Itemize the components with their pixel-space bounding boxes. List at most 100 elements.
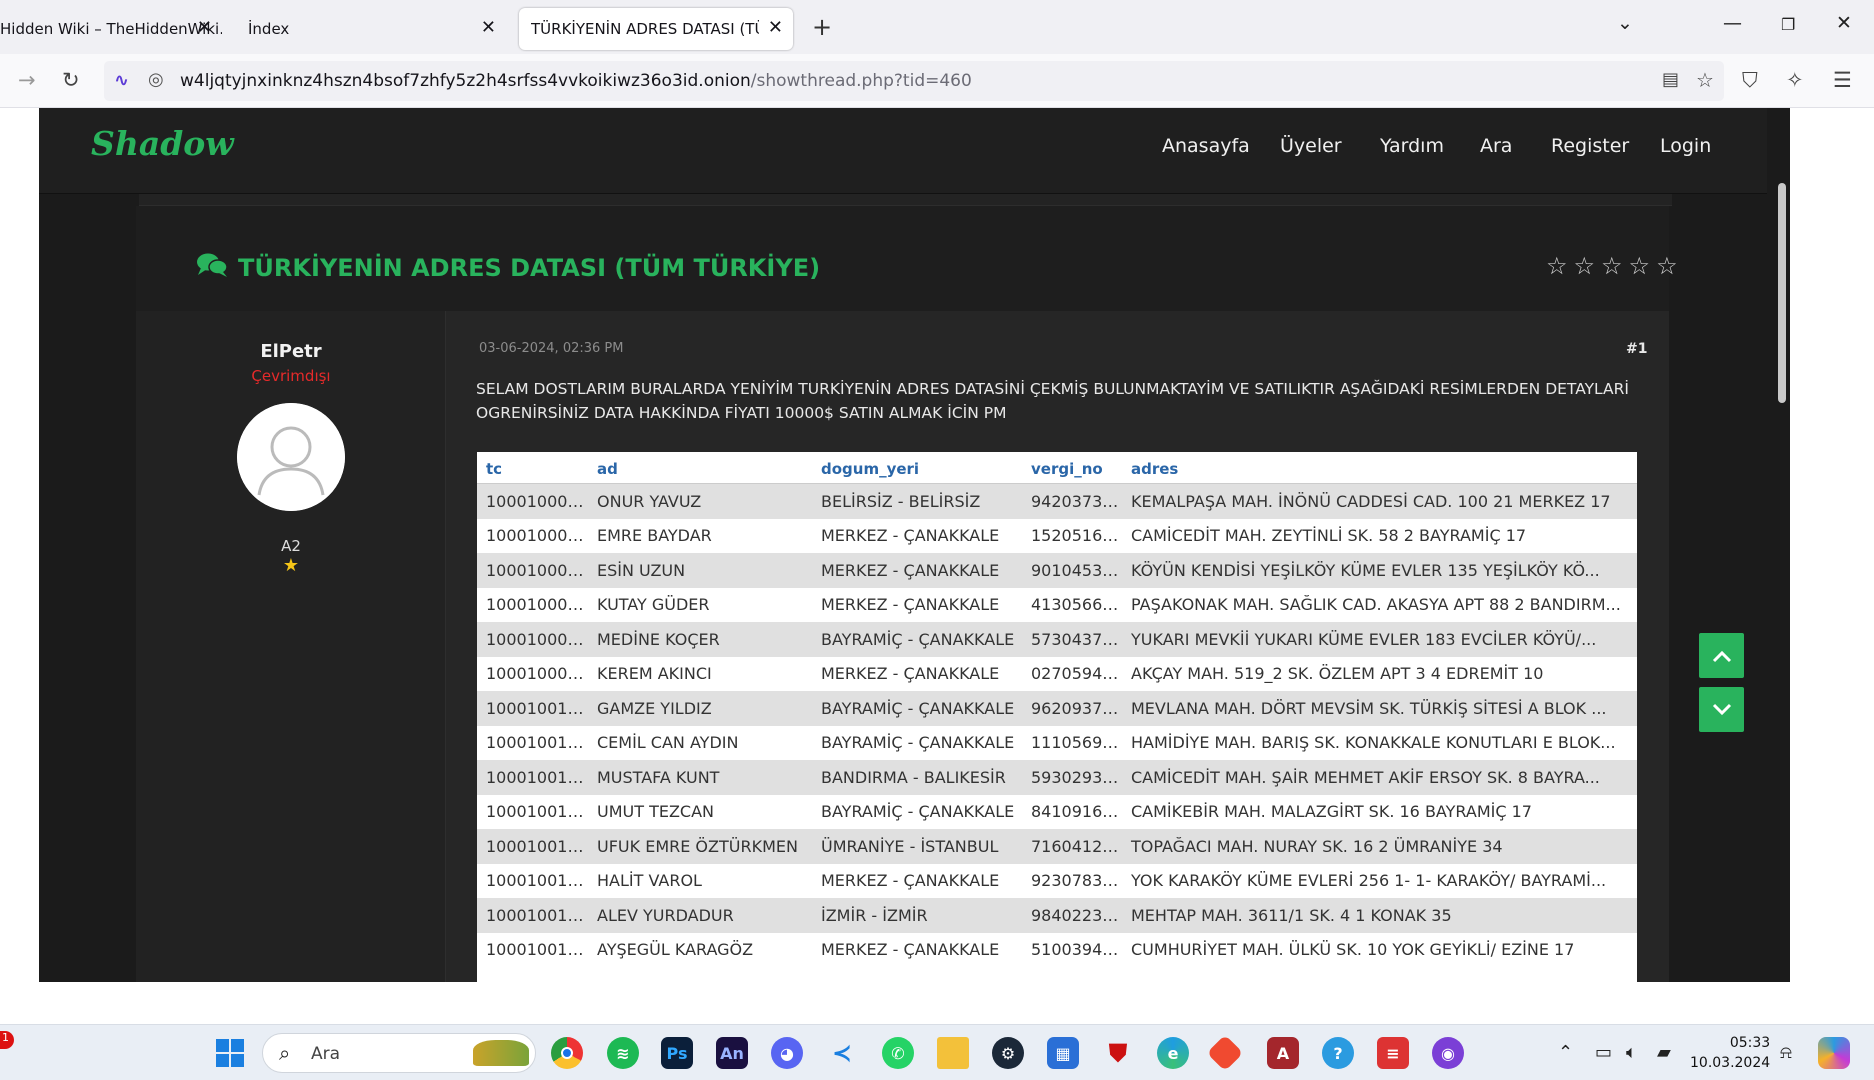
spotify-icon[interactable]: ≋ — [607, 1037, 639, 1069]
author-rank: A2 — [281, 537, 301, 555]
cell-dogum-yeri: BANDIRMA - BALIKESİR — [821, 767, 1006, 787]
access-icon[interactable]: A — [1267, 1037, 1299, 1069]
tab-hidden-wiki[interactable]: Hidden Wiki – TheHiddenWiki.o ✕ — [0, 8, 222, 50]
notifications-icon[interactable]: ⍾ — [1780, 1042, 1792, 1063]
cell-ad: ESİN UZUN — [597, 560, 686, 580]
photoshop-icon[interactable]: Ps — [661, 1037, 693, 1069]
post-number[interactable]: #1 — [1626, 341, 1647, 357]
vscode-icon[interactable]: ≺ — [826, 1037, 858, 1069]
tab-label: Hidden Wiki – TheHiddenWiki.o — [0, 20, 222, 38]
forward-icon[interactable]: → — [18, 68, 36, 92]
copilot-icon[interactable] — [1818, 1037, 1850, 1069]
store-icon[interactable]: ▦ — [1047, 1037, 1079, 1069]
scroll-down-button[interactable] — [1699, 687, 1744, 732]
cell-adres: AKÇAY MAH. 519_2 SK. ÖZLEM APT 3 4 EDREM… — [1131, 664, 1544, 684]
anydesk-icon[interactable]: ≡ — [1377, 1037, 1409, 1069]
close-icon[interactable]: ✕ — [197, 17, 212, 38]
volume-icon[interactable]: 🔈︎ — [1626, 1042, 1637, 1063]
discord-icon[interactable]: ◕ — [771, 1037, 803, 1069]
cell-dogum-yeri: MERKEZ - ÇANAKKALE — [821, 940, 1000, 960]
col-header-ad: ad — [597, 460, 618, 478]
reader-view-icon[interactable]: ▤ — [1662, 69, 1679, 90]
cell-dogum-yeri: MERKEZ - ÇANAKKALE — [821, 664, 1000, 684]
start-button[interactable] — [214, 1037, 246, 1069]
nav-home[interactable]: Anasayfa — [1162, 135, 1250, 157]
help-icon[interactable]: ? — [1322, 1037, 1354, 1069]
clock[interactable]: 05:33 10.03.2024 — [1690, 1033, 1770, 1073]
cell-ad: AYŞEGÜL KARAGÖZ — [597, 940, 754, 960]
onion-circuit-icon[interactable]: ∿ — [114, 70, 129, 91]
chrome-icon[interactable] — [551, 1037, 583, 1069]
table-row: 10001000664 ESİN UZUN MERKEZ - ÇANAKKALE 90… — [477, 553, 1637, 588]
close-icon[interactable]: ✕ — [481, 17, 496, 38]
nav-search[interactable]: Ara — [1480, 135, 1512, 157]
reload-icon[interactable]: ↻ — [62, 68, 80, 92]
tor-browser-icon[interactable]: ◉ — [1432, 1037, 1464, 1069]
cell-ad: CEMİL CAN AYDIN — [597, 733, 739, 753]
url-bar[interactable]: ∿ ◎ w4ljqtyjnxinknz4hszn4bsof7zhfy5z2h4s… — [104, 61, 1724, 101]
col-header-vergi-no: vergi_no — [1031, 460, 1103, 478]
table-row: 10001001654 ALEV YURDADUR İZMİR - İZMİR 984… — [477, 898, 1637, 933]
steam-icon[interactable]: ⚙ — [992, 1037, 1024, 1069]
cell-dogum-yeri: MERKEZ - ÇANAKKALE — [821, 526, 1000, 546]
onion-site-icon[interactable]: ◎ — [148, 69, 164, 90]
scroll-up-button[interactable] — [1699, 633, 1744, 678]
tab-active-thread[interactable]: TÜRKİYENİN ADRES DATASI (TÜM T ✕ — [519, 8, 793, 50]
nav-help[interactable]: Yardım — [1380, 135, 1444, 157]
extensions-icon[interactable]: ✧ — [1786, 68, 1804, 92]
cell-vergi-no: 5930293262 — [1031, 767, 1122, 787]
chevron-up-icon[interactable]: ⌃ — [1558, 1042, 1573, 1063]
whatsapp-icon[interactable]: ✆ — [882, 1037, 914, 1069]
nav-register[interactable]: Register — [1551, 135, 1629, 157]
network-icon[interactable]: ▭ — [1595, 1042, 1612, 1063]
cell-vergi-no: 9230783957 — [1031, 871, 1122, 891]
cell-tc: 10001001722 — [486, 940, 588, 960]
col-header-dogum-yeri: dogum_yeri — [821, 460, 920, 478]
clock-date: 10.03.2024 — [1690, 1055, 1771, 1071]
tab-strip: Hidden Wiki – TheHiddenWiki.o ✕ İndex ✕ … — [0, 0, 1874, 54]
table-row: 10001001272 MUSTAFA KUNT BANDIRMA - BALIKE… — [477, 760, 1637, 795]
table-body: 10001000428 ONUR YAVUZ BELİRSİZ - BELİRSİZ… — [477, 484, 1637, 967]
avatar[interactable] — [237, 403, 345, 511]
cell-ad: UMUT TEZCAN — [597, 802, 715, 822]
col-header-adres: adres — [1131, 460, 1179, 478]
author-name[interactable]: ElPetr — [136, 341, 446, 362]
close-icon[interactable]: ✕ — [768, 17, 783, 38]
battery-icon[interactable]: ▰ — [1657, 1042, 1671, 1063]
cell-ad: KEREM AKINCI — [597, 664, 712, 684]
nav-login[interactable]: Login — [1660, 135, 1711, 157]
cell-tc: 10001000664 — [486, 560, 588, 580]
git-icon[interactable] — [1206, 1034, 1244, 1072]
star-icon[interactable]: ☆ — [1656, 252, 1678, 280]
window-close-icon[interactable]: ✕ — [1836, 12, 1852, 34]
shield-icon[interactable]: ⛉ — [1742, 68, 1758, 93]
minimize-icon[interactable]: — — [1723, 12, 1742, 34]
table-row: 10001001340 UMUT TEZCAN BAYRAMİÇ - ÇANAKKA… — [477, 795, 1637, 830]
new-tab-icon[interactable]: + — [812, 13, 832, 41]
star-icon[interactable]: ☆ — [1574, 252, 1596, 280]
page-scrollbar[interactable] — [1778, 183, 1786, 403]
cell-dogum-yeri: ÜMRANİYE - İSTANBUL — [821, 836, 999, 856]
list-all-tabs-icon[interactable]: ⌄ — [1617, 12, 1633, 34]
restore-icon[interactable]: ❐ — [1781, 15, 1795, 34]
star-icon[interactable]: ☆ — [1601, 252, 1623, 280]
cell-ad: GAMZE YILDIZ — [597, 698, 712, 718]
rating-stars[interactable]: ☆ ☆ ☆ ☆ ☆ — [1546, 252, 1678, 280]
thread-container: TÜRKİYENİN ADRES DATASI (TÜM TÜRKİYE) ☆ … — [136, 206, 1678, 982]
bookmark-star-icon[interactable]: ☆ — [1696, 68, 1714, 92]
animate-icon[interactable]: An — [716, 1037, 748, 1069]
nav-members[interactable]: Üyeler — [1280, 135, 1342, 157]
star-icon[interactable]: ☆ — [1546, 252, 1568, 280]
tab-index[interactable]: İndex ✕ — [236, 8, 506, 50]
file-explorer-icon[interactable] — [937, 1037, 969, 1069]
star-icon[interactable]: ☆ — [1629, 252, 1651, 280]
url-text[interactable]: w4ljqtyjnxinknz4hszn4bsof7zhfy5z2h4srfss… — [180, 71, 972, 91]
mcafee-icon[interactable]: ⛊ — [1102, 1037, 1134, 1069]
taskbar-search[interactable]: ⌕ Ara — [262, 1033, 536, 1073]
edge-icon[interactable]: e — [1157, 1037, 1189, 1069]
cell-tc: 10001001036 — [486, 698, 588, 718]
site-logo[interactable]: Shadow — [91, 124, 234, 163]
cell-adres: TOPAĞACI MAH. NURAY SK. 16 2 ÜMRANİYE 34 — [1131, 836, 1503, 856]
menu-icon[interactable]: ☰ — [1833, 68, 1852, 92]
search-highlight-image — [473, 1040, 529, 1066]
